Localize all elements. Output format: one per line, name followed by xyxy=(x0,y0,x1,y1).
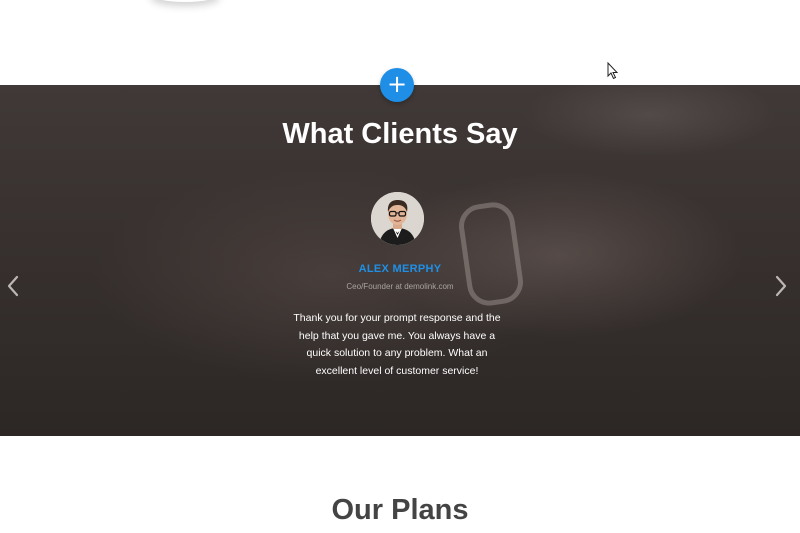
decorative-shadow xyxy=(150,0,220,2)
testimonial-quote: Thank you for your prompt response and t… xyxy=(293,312,501,377)
client-name: ALEX MERPHY xyxy=(358,263,442,275)
plus-icon: + xyxy=(386,70,408,98)
chevron-right-icon[interactable] xyxy=(773,272,789,300)
avatar-portrait-icon xyxy=(371,192,424,245)
section-title: What Clients Say xyxy=(282,118,518,150)
client-role: Ceo/Founder at demolink.com xyxy=(346,282,454,291)
client-avatar xyxy=(371,192,424,245)
plans-title: Our Plans xyxy=(331,494,469,526)
chevron-left-icon[interactable] xyxy=(5,272,21,300)
background-ring-decoration xyxy=(456,199,526,309)
mouse-cursor-icon xyxy=(607,62,619,80)
add-section-button[interactable]: + xyxy=(380,68,414,102)
